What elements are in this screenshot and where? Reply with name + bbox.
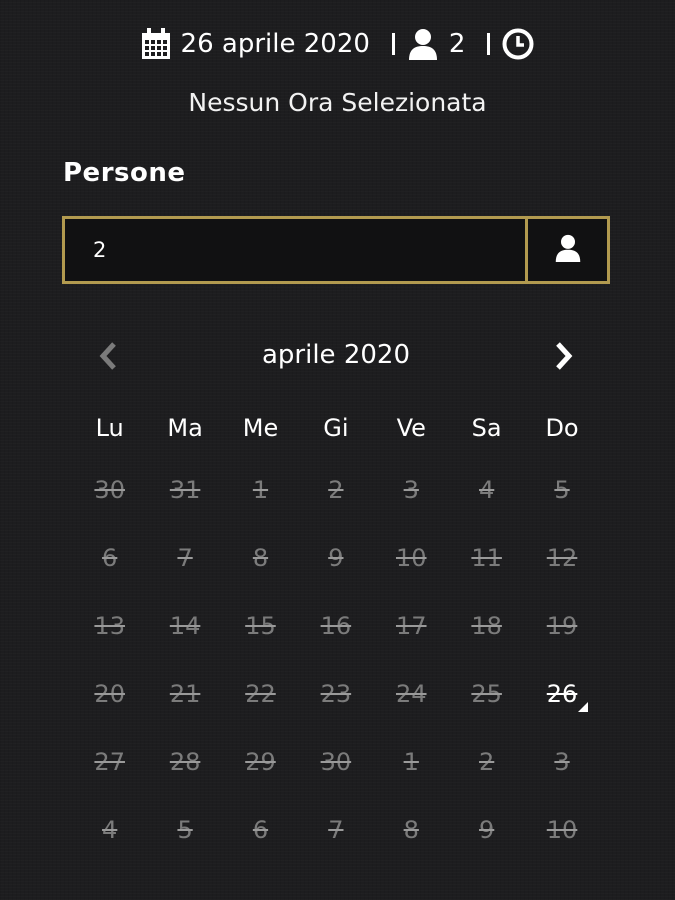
calendar-day: 10 [395, 544, 427, 572]
chevron-right-icon [553, 341, 575, 375]
persons-input[interactable] [65, 219, 525, 281]
calendar-day: 21 [169, 680, 201, 708]
calendar-day-selected[interactable]: 26 [524, 660, 599, 728]
calendar-day: 16 [320, 612, 352, 640]
calendar-day: 6 [252, 816, 269, 844]
calendar-day: 5 [554, 476, 570, 504]
persons-field [62, 216, 610, 284]
calendar-day: 2 [479, 748, 495, 776]
calendar-day: 20 [94, 680, 125, 708]
calendar-day: 1 [403, 748, 419, 776]
calendar-day: 28 [169, 748, 201, 776]
calendar-day: 4 [102, 816, 118, 844]
calendar-grid: Lu Ma Me Gi Ve Sa Do 30 31 1 2 3 4 5 6 7… [72, 400, 600, 864]
user-icon [554, 234, 582, 266]
summary-divider [487, 33, 491, 55]
calendar-day: 24 [395, 680, 427, 708]
calendar-day: 22 [245, 680, 276, 708]
weekday-label: Me [242, 414, 279, 442]
calendar-day: 10 [546, 816, 578, 844]
persons-addon [525, 219, 607, 281]
calendar-day: 3 [554, 748, 570, 776]
calendar-day: 7 [328, 816, 344, 844]
calendar-day: 17 [395, 612, 427, 640]
weekday-label: Ve [396, 414, 426, 442]
weekday-label: Do [545, 414, 579, 442]
weekday-label: Gi [323, 414, 349, 442]
calendar-day: 23 [320, 680, 352, 708]
calendar-day: 4 [479, 476, 495, 504]
calendar-day: 13 [94, 612, 125, 640]
calendar-header: aprile 2020 [72, 330, 600, 388]
calendar-day: 1 [252, 476, 269, 504]
weekday-label: Lu [95, 414, 124, 442]
calendar-day: 2 [328, 476, 344, 504]
calendar-day: 9 [479, 816, 495, 844]
user-icon [407, 28, 439, 60]
calendar-day: 5 [177, 816, 193, 844]
calendar-day: 30 [320, 748, 352, 776]
calendar-day: 8 [403, 816, 419, 844]
calendar-day: 7 [177, 544, 193, 572]
calendar-icon [141, 28, 171, 60]
calendar-day: 19 [546, 612, 578, 640]
booking-summary: 26 aprile 2020 2 [0, 22, 675, 66]
calendar-day: 6 [102, 544, 118, 572]
clock-icon [502, 28, 534, 60]
calendar-day: 14 [169, 612, 201, 640]
summary-date: 26 aprile 2020 [180, 29, 370, 59]
calendar-day: 11 [471, 544, 502, 572]
calendar-day: 31 [169, 476, 201, 504]
summary-persons: 2 [448, 29, 466, 59]
calendar-day: 3 [403, 476, 419, 504]
weekday-label: Sa [471, 414, 502, 442]
calendar-day: 18 [471, 612, 502, 640]
time-status: Nessun Ora Selezionata [188, 88, 487, 117]
persons-label: Persone [63, 158, 186, 188]
calendar-day: 25 [471, 680, 502, 708]
next-month-button[interactable] [546, 340, 582, 376]
calendar-day: 12 [546, 544, 578, 572]
calendar-day: 8 [252, 544, 269, 572]
summary-divider [391, 33, 395, 55]
calendar-day: 15 [245, 612, 276, 640]
calendar-day: 9 [328, 544, 344, 572]
calendar-day: 27 [94, 748, 125, 776]
calendar-day: 30 [94, 476, 125, 504]
calendar-day: 29 [245, 748, 276, 776]
calendar-month-title: aprile 2020 [261, 340, 410, 370]
weekday-label: Ma [167, 414, 203, 442]
